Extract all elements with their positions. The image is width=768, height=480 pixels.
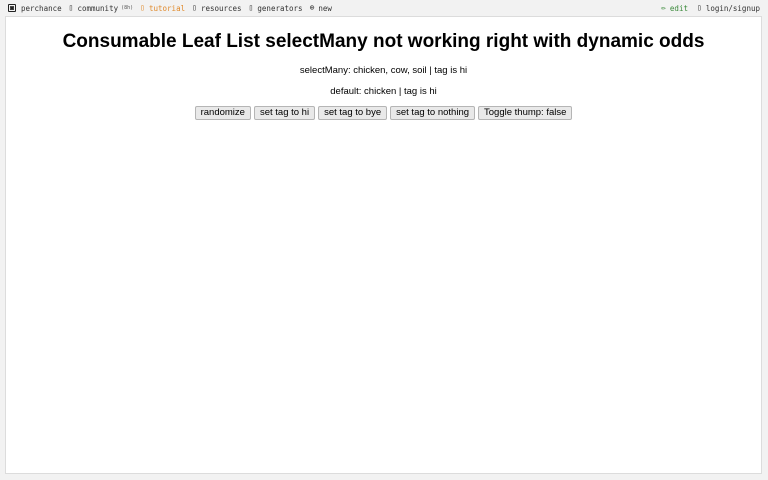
- nav-login-label: login/signup: [705, 3, 760, 13]
- nav-brand-link[interactable]: perchance: [8, 4, 62, 13]
- set-tag-hi-button[interactable]: set tag to hi: [253, 106, 316, 120]
- dice-logo-icon: [8, 4, 16, 12]
- user-icon: ▯: [696, 3, 702, 12]
- nav-generators-link[interactable]: ▯ generators: [249, 4, 303, 13]
- nav-tutorial-label: tutorial: [148, 3, 186, 13]
- nav-edit-link[interactable]: ✏ edit: [661, 4, 688, 13]
- nav-left-group: perchance ▯ community (8h) ▯ tutorial ▯ …: [0, 4, 339, 13]
- nav-tutorial-link[interactable]: ▯ tutorial: [140, 4, 185, 13]
- page-title: Consumable Leaf List selectMany not work…: [62, 31, 705, 52]
- set-tag-bye-button[interactable]: set tag to bye: [318, 106, 388, 120]
- nav-brand-label: perchance: [21, 3, 62, 13]
- resources-icon: ▯: [192, 3, 197, 12]
- chat-icon: ▯: [68, 3, 74, 12]
- nav-right-group: ✏ edit ▯ login/signup: [652, 4, 768, 13]
- plus-circle-icon: ⊕: [309, 3, 315, 12]
- button-row: randomize set tag to hi set tag to bye s…: [6, 106, 761, 120]
- toggle-thump-button[interactable]: Toggle thump: false: [478, 106, 573, 120]
- top-nav-bar: perchance ▯ community (8h) ▯ tutorial ▯ …: [0, 0, 768, 16]
- nav-community-label: community: [77, 3, 119, 13]
- nav-edit-label: edit: [669, 3, 688, 13]
- community-badge: (8h): [121, 5, 134, 11]
- nav-login-link[interactable]: ▯ login/signup: [697, 4, 760, 13]
- default-output: default: chicken | tag is hi: [330, 86, 437, 97]
- randomize-button[interactable]: randomize: [194, 106, 251, 120]
- generator-output-panel: Consumable Leaf List selectMany not work…: [5, 16, 762, 474]
- nav-new-link[interactable]: ⊕ new: [310, 4, 332, 13]
- generators-icon: ▯: [248, 3, 254, 12]
- nav-resources-label: resources: [200, 3, 242, 13]
- nav-community-link[interactable]: ▯ community (8h): [69, 4, 134, 13]
- pencil-icon: ✏: [661, 3, 666, 12]
- nav-generators-label: generators: [257, 3, 303, 13]
- set-tag-nothing-button[interactable]: set tag to nothing: [390, 106, 476, 120]
- book-icon: ▯: [140, 3, 145, 12]
- select-many-output: selectMany: chicken, cow, soil | tag is …: [299, 65, 468, 76]
- nav-resources-link[interactable]: ▯ resources: [192, 4, 241, 13]
- nav-new-label: new: [318, 3, 332, 13]
